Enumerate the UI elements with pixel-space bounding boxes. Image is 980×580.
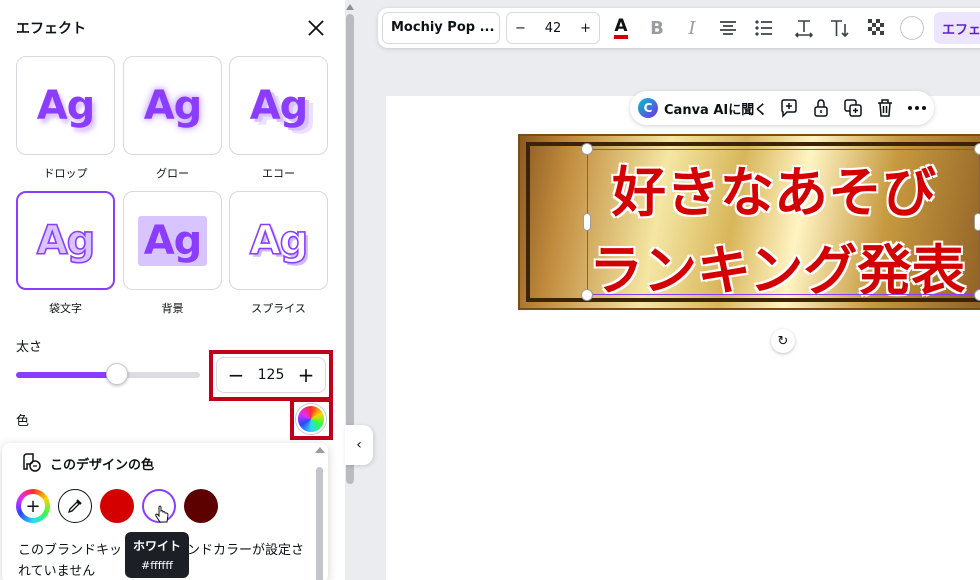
resize-handle[interactable]: [581, 289, 593, 301]
panel-scrollbar[interactable]: [346, 14, 354, 484]
effect-background-tile[interactable]: Ag: [123, 191, 222, 290]
transparency-icon[interactable]: [865, 16, 889, 40]
color-swatch[interactable]: [184, 489, 218, 523]
color-swatch[interactable]: [100, 489, 134, 523]
increase-button[interactable]: +: [295, 363, 317, 387]
collapse-panel-button[interactable]: ‹: [345, 425, 373, 465]
color-tooltip: ホワイト #ffffff: [125, 532, 189, 578]
align-center-icon[interactable]: [716, 16, 740, 40]
scroll-up-icon[interactable]: [346, 4, 354, 10]
resize-handle[interactable]: [581, 143, 593, 155]
decrease-button[interactable]: −: [225, 363, 247, 387]
side-handle[interactable]: [974, 213, 980, 231]
text-color-icon[interactable]: A: [609, 16, 633, 40]
close-icon[interactable]: [304, 16, 328, 40]
thickness-stepper: − 125 +: [216, 357, 326, 393]
hand-cursor-icon: [154, 505, 170, 529]
color-picker-swatch[interactable]: [296, 404, 326, 434]
effect-preview: Ag: [36, 82, 96, 129]
bold-icon[interactable]: B: [645, 16, 669, 40]
resize-handle[interactable]: [974, 289, 980, 301]
thickness-value[interactable]: 125: [258, 367, 285, 383]
effect-label: グロー: [156, 167, 189, 180]
font-size-stepper: − 42 +: [506, 12, 600, 44]
selection-box[interactable]: [587, 149, 980, 295]
size-decrease-button[interactable]: −: [515, 21, 526, 36]
eyedropper-icon[interactable]: [58, 489, 92, 523]
text-size-icon[interactable]: [829, 16, 853, 40]
effect-preview: Ag: [137, 215, 208, 266]
duplicate-icon[interactable]: [842, 97, 864, 119]
context-toolbar: C Canva AIに聞く: [630, 91, 934, 125]
more-icon[interactable]: [906, 97, 928, 119]
tooltip-name: ホワイト: [132, 539, 181, 553]
text-toolbar: Mochiy Pop ... − 42 + A B I エフェクト: [378, 8, 980, 48]
effect-echo-tile[interactable]: Ag: [229, 56, 328, 155]
plus-icon: +: [21, 494, 45, 518]
effect-preview: Ag: [249, 82, 309, 129]
add-color-button[interactable]: +: [16, 489, 50, 523]
panel-title: エフェクト: [16, 21, 86, 37]
effect-preview: Ag: [249, 217, 309, 265]
scroll-up-icon[interactable]: [315, 447, 325, 453]
canva-ai-icon: C: [638, 98, 658, 118]
effect-drop-tile[interactable]: Ag: [16, 56, 115, 155]
effect-hollow-tile[interactable]: Ag: [16, 191, 115, 290]
trash-icon[interactable]: [874, 97, 896, 119]
color-circle-button[interactable]: [900, 16, 924, 40]
slider-fill: [16, 372, 118, 378]
popover-title: このデザインの色: [50, 458, 155, 473]
tooltip-hex: #ffffff: [141, 559, 173, 572]
resize-handle[interactable]: [974, 143, 980, 155]
canva-ai-label: Canva AIに聞く: [664, 102, 768, 118]
editor-root: エフェクト Ag ドロップ Ag グロー Ag エコー Ag 袋文字 Ag 背景…: [0, 0, 980, 580]
popover-scrollbar[interactable]: [316, 467, 323, 580]
effect-preview: Ag: [143, 82, 203, 129]
canva-ai-button[interactable]: C Canva AIに聞く: [638, 98, 767, 118]
slider-thumb[interactable]: [106, 363, 129, 385]
effect-label: スプライス: [251, 302, 306, 315]
palette-icon: [20, 451, 42, 473]
color-label: 色: [16, 414, 30, 429]
effects-panel: エフェクト Ag ドロップ Ag グロー Ag エコー Ag 袋文字 Ag 背景…: [0, 0, 345, 580]
thickness-label: 太さ: [16, 340, 43, 355]
list-icon[interactable]: [752, 16, 776, 40]
rotate-icon[interactable]: ↻: [771, 329, 795, 353]
effect-label: 袋文字: [49, 302, 82, 315]
letter-spacing-icon[interactable]: [792, 16, 816, 40]
font-size-value[interactable]: 42: [545, 21, 562, 36]
italic-icon[interactable]: I: [680, 16, 704, 40]
comment-add-icon[interactable]: [778, 97, 800, 119]
effect-label: エコー: [262, 167, 295, 180]
effect-label: 背景: [161, 302, 184, 315]
side-handle[interactable]: [583, 213, 591, 231]
effect-glow-tile[interactable]: Ag: [123, 56, 222, 155]
lock-icon[interactable]: [810, 97, 832, 119]
effect-splice-tile[interactable]: Ag: [229, 191, 328, 290]
effect-label: ドロップ: [43, 167, 88, 180]
effect-preview: Ag: [36, 217, 96, 265]
font-selector[interactable]: Mochiy Pop ...: [382, 12, 500, 44]
effects-button[interactable]: エフェクト: [934, 12, 980, 44]
size-increase-button[interactable]: +: [580, 21, 591, 36]
